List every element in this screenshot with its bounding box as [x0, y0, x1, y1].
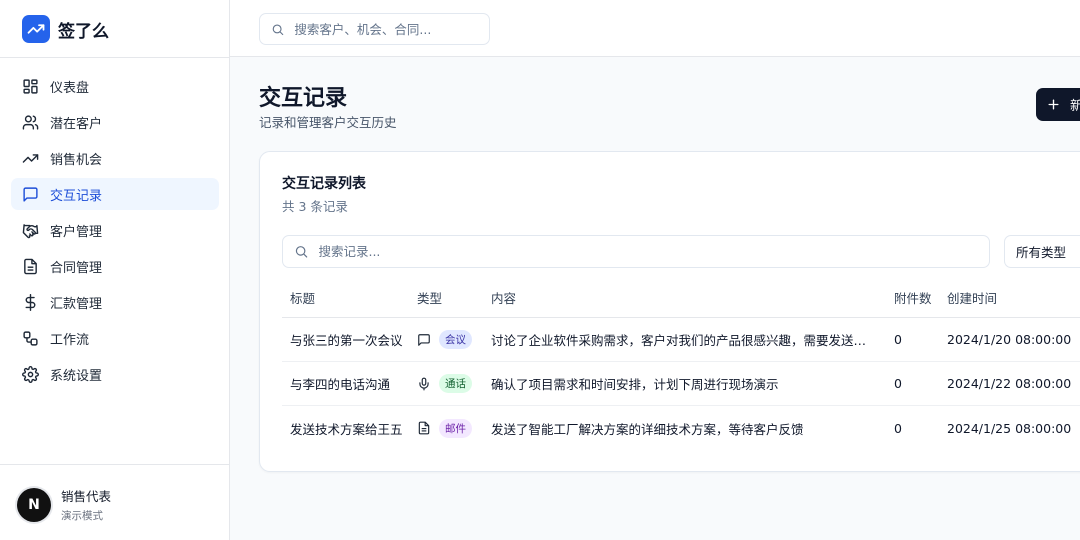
row-type: 会议: [417, 318, 487, 361]
sidebar-item-label: 交互记录: [50, 188, 103, 204]
app-name: 签了么: [58, 21, 109, 42]
row-created: 2024/1/20 08:00:00: [947, 332, 1072, 347]
avatar: N: [17, 487, 51, 522]
row-type: 通话: [417, 362, 487, 405]
file-text-icon: [24, 258, 37, 274]
sidebar-item-contracts[interactable]: 合同管理: [11, 250, 219, 282]
row-created: 2024/1/22 08:00:00: [947, 376, 1072, 391]
sidebar-item-label: 汇款管理: [50, 296, 103, 312]
column-header-content[interactable]: 内容: [491, 278, 873, 317]
search-icon: [272, 23, 284, 35]
type-filter-select[interactable]: 所有类型: [1004, 235, 1080, 268]
sidebar-item-label: 销售机会: [50, 152, 103, 168]
divider: [0, 464, 230, 465]
row-created: 2024/1/25 08:00:00: [947, 420, 1072, 436]
sidebar-item-interactions[interactable]: 交互记录: [11, 178, 219, 210]
user-name: 销售代表: [61, 489, 112, 504]
column-header-title[interactable]: 标题: [290, 278, 410, 317]
row-title: 发送技术方案给王五: [290, 421, 403, 437]
dollar-icon: [25, 293, 36, 311]
plus-icon: [1048, 99, 1059, 110]
card-title: 交互记录列表: [282, 176, 366, 192]
row-attachments: 0: [894, 420, 902, 436]
global-search-input[interactable]: [294, 21, 489, 37]
sidebar-item-label: 仪表盘: [50, 80, 90, 96]
column-header-attachments[interactable]: 附件数: [894, 278, 939, 317]
file-text-icon: [418, 421, 430, 435]
global-search[interactable]: [259, 13, 490, 45]
interactions-card: 交互记录列表 共 3 条记录 所有类型 标题 类型 内容 附件数 创建时间 与张…: [259, 151, 1080, 472]
sidebar-item-settings[interactable]: 系统设置: [11, 358, 219, 390]
row-content: 讨论了企业软件采购需求，客户对我们的产品很感兴趣，需要发送详细资料: [491, 318, 873, 361]
type-badge: 会议: [439, 330, 472, 349]
table-header: 标题 类型 内容 附件数 创建时间: [282, 278, 1080, 318]
table-search[interactable]: [282, 235, 990, 268]
brand[interactable]: 签了么: [22, 14, 109, 44]
sidebar-item-payments[interactable]: 汇款管理: [11, 286, 219, 318]
row-content: 发送了智能工厂解决方案的详细技术方案，等待客户反馈: [491, 406, 873, 450]
trending-up-icon: [22, 15, 50, 43]
row-content-text: 发送了智能工厂解决方案的详细技术方案，等待客户反馈: [491, 421, 804, 437]
settings-icon: [22, 365, 39, 383]
message-square-icon: [23, 186, 38, 202]
table-row[interactable]: 发送技术方案给王五 邮件 发送了智能工厂解决方案的详细技术方案，等待客户反馈 0…: [282, 406, 1080, 450]
user-profile[interactable]: N 销售代表 演示模式: [17, 486, 111, 523]
row-title: 与李四的电话沟通: [290, 377, 391, 392]
sidebar-item-label: 客户管理: [50, 224, 103, 240]
sidebar-item-leads[interactable]: 潜在客户: [11, 106, 219, 138]
row-attachments: 0: [894, 332, 902, 347]
sidebar-nav: 仪表盘 潜在客户 销售机会 交互记录 客户管理 合同管理 汇款管理 工作流 系统…: [11, 70, 219, 394]
sidebar-item-label: 系统设置: [50, 368, 103, 384]
page-title: 交互记录: [259, 86, 348, 111]
column-header-type[interactable]: 类型: [417, 278, 487, 317]
row-type: 邮件: [417, 406, 487, 450]
users-icon: [22, 114, 39, 130]
row-title: 与张三的第一次会议: [290, 333, 403, 348]
sidebar-item-dashboard[interactable]: 仪表盘: [11, 70, 219, 102]
topbar: [230, 0, 1080, 57]
sidebar-item-opportunities[interactable]: 销售机会: [11, 142, 219, 174]
row-content-text: 确认了项目需求和时间安排，计划下周进行现场演示: [491, 377, 779, 392]
column-header-created[interactable]: 创建时间: [947, 278, 1080, 317]
divider: [0, 57, 230, 58]
row-attachments: 0: [894, 376, 902, 391]
record-count: 共 3 条记录: [282, 199, 348, 214]
table-search-input[interactable]: [318, 244, 989, 259]
type-badge: 通话: [439, 374, 472, 393]
handshake-icon: [22, 223, 39, 238]
sidebar-item-workflow[interactable]: 工作流: [11, 322, 219, 354]
type-badge: 邮件: [439, 418, 472, 438]
new-interaction-button[interactable]: 新: [1036, 88, 1080, 121]
table-row[interactable]: 与李四的电话沟通 通话 确认了项目需求和时间安排，计划下周进行现场演示 0 20…: [282, 362, 1080, 406]
new-button-label: 新: [1070, 98, 1080, 113]
page-subtitle: 记录和管理客户交互历史: [259, 115, 397, 130]
workflow-icon: [23, 330, 38, 346]
mic-icon: [419, 377, 429, 390]
row-content: 确认了项目需求和时间安排，计划下周进行现场演示: [491, 362, 873, 405]
search-icon: [295, 246, 308, 258]
user-role: 演示模式: [61, 510, 103, 522]
row-content-text: 讨论了企业软件采购需求，客户对我们的产品很感兴趣，需要发送详细资料: [491, 333, 873, 348]
sidebar: 签了么 仪表盘 潜在客户 销售机会 交互记录 客户管理 合同管理 汇款管理 工作…: [0, 0, 230, 540]
trending-up-icon: [22, 153, 39, 163]
sidebar-item-customers[interactable]: 客户管理: [11, 214, 219, 246]
message-square-icon: [418, 333, 430, 346]
sidebar-item-label: 工作流: [50, 332, 90, 348]
sidebar-item-label: 合同管理: [50, 260, 103, 276]
sidebar-item-label: 潜在客户: [50, 116, 103, 132]
dashboard-icon: [23, 78, 38, 94]
table-row[interactable]: 与张三的第一次会议 会议 讨论了企业软件采购需求，客户对我们的产品很感兴趣，需要…: [282, 318, 1080, 362]
